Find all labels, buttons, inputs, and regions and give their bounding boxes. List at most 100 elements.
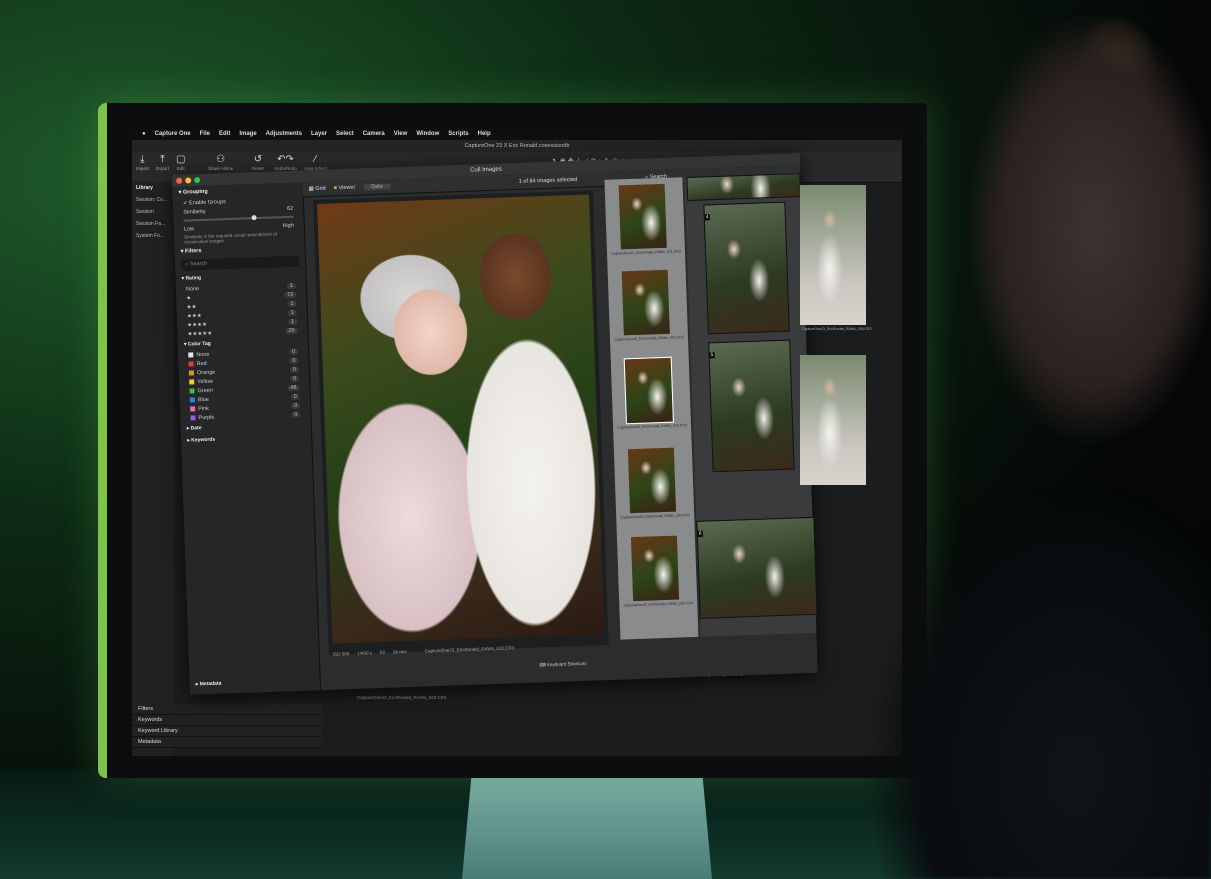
color-swatch	[188, 351, 194, 358]
rating-count: 72	[284, 291, 297, 298]
metadata-tool[interactable]: Metadata	[132, 737, 322, 748]
thumbnail[interactable]	[618, 183, 667, 250]
viewer-footer: ISO 500 1/400 s f/2 50 mm CaptureOne23_E…	[332, 642, 609, 657]
share-label: Share online	[208, 166, 234, 171]
reset-button[interactable]: ↺ Reset	[252, 154, 264, 171]
minimize-icon[interactable]	[185, 177, 192, 184]
menu-adjustments[interactable]: Adjustments	[266, 131, 302, 137]
thumb-label: CaptureOne23_EricRonald_RAWs_031.CR3	[611, 249, 681, 256]
rating-title: Rating	[185, 275, 202, 282]
edit-label: Edit	[176, 166, 185, 171]
menu-select[interactable]: Select	[336, 131, 354, 137]
slider-handle[interactable]	[251, 215, 257, 221]
color-tag-count: 0	[290, 375, 300, 382]
image-viewer: ISO 500 1/400 s f/2 50 mm CaptureOne23_E…	[312, 190, 609, 667]
thumbnail-selected[interactable]	[623, 356, 674, 425]
sort-dropdown[interactable]: Date	[363, 183, 391, 191]
color-tag-count: 0	[290, 393, 300, 400]
color-tag-label: Pink	[198, 405, 209, 412]
person-silhouette	[760, 0, 1211, 879]
color-tag-count: 48	[287, 384, 300, 391]
tool-tabs-panel: Filters Keywords Keyword Library Metadat…	[132, 704, 322, 748]
color-tag-label: Blue	[197, 396, 209, 403]
share-button[interactable]: ⚇ Share online	[208, 154, 233, 171]
color-tag-title: Color Tag	[187, 340, 211, 348]
thumb-label: CaptureOne23_EricRonald_RAWs_035.CR3	[623, 601, 694, 608]
menu-view[interactable]: View	[394, 131, 408, 137]
library-item[interactable]: Session Fa...	[132, 218, 174, 230]
rating-label: ★	[186, 294, 192, 302]
thumbnail[interactable]	[627, 447, 677, 514]
edit-icon: ▢	[176, 154, 186, 165]
rating-label: ★★★★★	[187, 330, 213, 338]
wand-icon: ⁄	[314, 154, 317, 165]
menu-file[interactable]: File	[200, 131, 210, 137]
menu-app[interactable]: Capture One	[155, 131, 191, 137]
export-button[interactable]: ⤒ Export	[156, 154, 169, 171]
keyboard-icon: ⌨	[539, 662, 546, 668]
rating-label: ★★	[186, 303, 197, 311]
library-item[interactable]: System Fo...	[132, 230, 174, 242]
main-photo[interactable]	[317, 194, 605, 644]
import-button[interactable]: ⤓ Import	[136, 154, 149, 171]
grid-number: 4	[704, 214, 710, 221]
keyboard-shortcuts-button[interactable]: ⌨ Keyboard Shortcuts	[539, 661, 586, 669]
library-item[interactable]: Session	[132, 206, 174, 218]
color-tag-label: Red	[196, 360, 207, 367]
filters-tool[interactable]: Filters	[132, 704, 322, 715]
cull-title: Cull Images	[470, 166, 502, 174]
tab-viewer-label: Viewer	[338, 184, 356, 192]
rating-label: None	[185, 285, 200, 293]
metadata-title: Metadata	[199, 680, 222, 688]
checkbox-icon[interactable]: ✔	[183, 200, 188, 206]
enable-groups-label: Enable Groups	[189, 198, 226, 206]
menu-help[interactable]: Help	[478, 131, 491, 137]
keyword-library-tool[interactable]: Keyword Library	[132, 726, 322, 737]
undo-redo-button[interactable]: ↶↷ Undo/Redo	[274, 154, 297, 171]
reset-icon: ↺	[253, 154, 263, 165]
color-swatch	[189, 378, 195, 385]
menu-image[interactable]: Image	[239, 131, 256, 137]
color-tag-count: 0	[289, 357, 299, 364]
menu-window[interactable]: Window	[416, 131, 439, 137]
thumbnail[interactable]	[630, 535, 680, 602]
similarity-value[interactable]: 62	[287, 205, 293, 211]
rating-count: 20	[285, 327, 298, 334]
metadata-header[interactable]: ▸ Metadata	[190, 677, 228, 690]
auto-adjust-button[interactable]: ⁄ Auto Adjust	[304, 154, 327, 171]
library-item[interactable]: Session: Co...	[132, 194, 174, 206]
viewer-icon: ■	[333, 185, 338, 192]
color-tag-label: Green	[197, 387, 213, 394]
zoom-icon[interactable]	[194, 177, 201, 184]
import-icon: ⤓	[140, 154, 145, 165]
rating-count: 1	[286, 282, 297, 289]
apple-icon[interactable]: ●	[142, 131, 146, 137]
menu-edit[interactable]: Edit	[219, 131, 230, 137]
viewer-filename: CaptureOne23_EricRonald_RAWs_033.CR3	[424, 645, 515, 654]
color-swatch	[189, 387, 195, 394]
keyboard-shortcuts-label: Keyboard Shortcuts	[546, 660, 587, 668]
keywords-tool[interactable]: Keywords	[132, 715, 322, 726]
menu-layer[interactable]: Layer	[311, 131, 327, 137]
color-tag-label: Orange	[196, 369, 216, 376]
tab-viewer[interactable]: ■ Viewer	[334, 185, 356, 192]
grid-number: 5	[709, 352, 715, 359]
selection-count: 1 of 84 Images selected	[518, 176, 578, 185]
menu-scripts[interactable]: Scripts	[448, 131, 468, 137]
thumb-label: CaptureOne23_EricRonald_RAWs_033.CR3	[617, 423, 687, 430]
color-tag-label: None	[196, 351, 210, 358]
group-strip: CaptureOne23_EricRonald_RAWs_031.CR3 Cap…	[604, 177, 699, 640]
tab-grid[interactable]: ▦ Grid	[308, 186, 325, 193]
edit-button[interactable]: ▢ Edit	[176, 154, 185, 171]
color-tag-count: 0	[290, 402, 301, 409]
color-tag-label: Purple	[198, 414, 215, 421]
iso: ISO 500	[332, 651, 350, 657]
filter-search-placeholder: Search	[189, 260, 208, 268]
close-icon[interactable]	[176, 177, 183, 184]
import-label: Import	[136, 166, 149, 171]
color-swatch	[190, 405, 196, 412]
date-title: Date	[190, 425, 202, 432]
thumbnail[interactable]	[621, 269, 670, 336]
menu-camera[interactable]: Camera	[363, 131, 385, 137]
rating-count: 1	[287, 309, 297, 316]
